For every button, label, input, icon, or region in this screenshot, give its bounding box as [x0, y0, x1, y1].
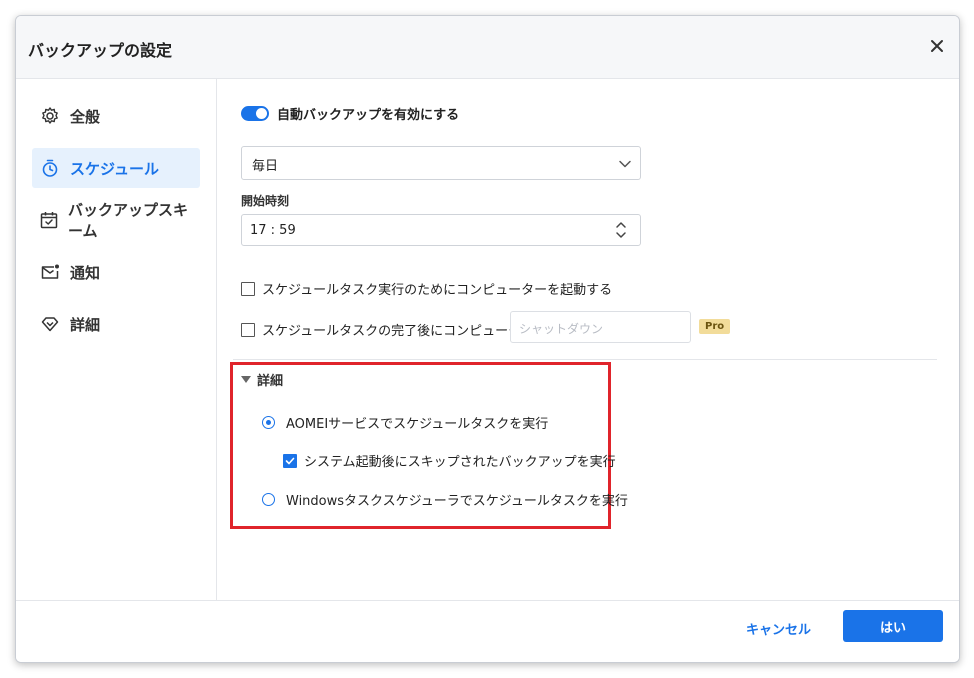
timer-icon	[39, 157, 61, 179]
close-icon	[931, 40, 943, 52]
dialog-footer: キャンセル はい	[16, 600, 959, 662]
settings-sidebar: 全般 スケジュール バックアップスキーム 通知 詳細	[16, 78, 217, 600]
diamond-icon	[39, 313, 61, 335]
sidebar-item-details[interactable]: 詳細	[32, 304, 200, 344]
sidebar-item-label: スケジュール	[70, 159, 159, 178]
after-complete-action-select[interactable]: シャットダウン	[510, 311, 691, 343]
wake-computer-label: スケジュールタスク実行のためにコンピューターを起動する	[262, 283, 613, 298]
start-time-input[interactable]: 17 : 59	[241, 214, 641, 246]
schedule-panel: 自動バックアップを有効にする 毎日 開始時刻 17 : 59 スケジュールタスク…	[217, 78, 959, 600]
gear-icon	[39, 105, 61, 127]
auto-backup-toggle[interactable]	[241, 106, 269, 121]
check-icon	[285, 457, 295, 464]
details-title: 詳細	[257, 374, 284, 389]
after-complete-row: スケジュールタスクの完了後にコンピューターを	[241, 320, 547, 339]
wake-computer-row: スケジュールタスク実行のためにコンピューターを起動する	[241, 279, 612, 298]
dialog-titlebar: バックアップの設定	[16, 16, 959, 79]
details-header[interactable]: 詳細	[241, 370, 283, 389]
caret-down-icon	[241, 376, 251, 383]
sidebar-item-notification[interactable]: 通知	[32, 252, 200, 292]
run-missed-label: システム起動後にスキップされたバックアップを実行	[304, 455, 616, 470]
after-complete-placeholder: シャットダウン	[519, 322, 604, 336]
start-time-value: 17 : 59	[250, 223, 296, 238]
chevron-down-icon	[618, 156, 632, 175]
sidebar-item-general[interactable]: 全般	[32, 96, 200, 136]
sidebar-item-label: 通知	[70, 263, 101, 282]
after-complete-label: スケジュールタスクの完了後にコンピューターを	[262, 324, 548, 339]
windows-scheduler-option[interactable]: Windowsタスクスケジューラでスケジュールタスクを実行	[262, 490, 628, 509]
sidebar-item-schedule[interactable]: スケジュール	[32, 148, 200, 188]
dialog-title: バックアップの設定	[28, 41, 173, 60]
calendar-check-icon	[39, 209, 59, 231]
aomei-service-option[interactable]: AOMEIサービスでスケジュールタスクを実行	[262, 413, 548, 432]
time-spinner-icon[interactable]	[614, 219, 628, 241]
sidebar-item-label: 全般	[70, 107, 101, 126]
aomei-service-label: AOMEIサービスでスケジュールタスクを実行	[286, 417, 549, 432]
auto-backup-toggle-row: 自動バックアップを有効にする	[241, 104, 459, 123]
cancel-button[interactable]: キャンセル	[746, 619, 811, 638]
windows-scheduler-label: Windowsタスクスケジューラでスケジュールタスクを実行	[286, 494, 628, 509]
section-divider	[233, 359, 937, 360]
run-missed-row: システム起動後にスキップされたバックアップを実行	[283, 451, 616, 470]
pro-badge: Pro	[699, 319, 731, 334]
sidebar-item-backup-scheme[interactable]: バックアップスキーム	[32, 200, 200, 240]
after-complete-checkbox[interactable]	[241, 322, 255, 337]
frequency-select[interactable]: 毎日	[241, 146, 641, 180]
run-missed-checkbox[interactable]	[283, 453, 297, 468]
mail-notification-icon	[39, 261, 61, 283]
windows-scheduler-radio[interactable]	[262, 493, 275, 506]
close-button[interactable]	[927, 36, 947, 56]
start-time-label: 開始時刻	[241, 194, 290, 208]
frequency-value: 毎日	[252, 159, 279, 174]
auto-backup-label: 自動バックアップを有効にする	[277, 108, 460, 123]
sidebar-item-label: バックアップスキーム	[68, 201, 189, 240]
backup-settings-dialog: バックアップの設定 全般 スケジュール バックアップスキーム 通知 詳細 自動バ…	[15, 15, 960, 663]
aomei-service-radio[interactable]	[262, 416, 275, 429]
wake-computer-checkbox[interactable]	[241, 281, 255, 296]
ok-button[interactable]: はい	[843, 610, 943, 642]
sidebar-item-label: 詳細	[70, 315, 101, 334]
